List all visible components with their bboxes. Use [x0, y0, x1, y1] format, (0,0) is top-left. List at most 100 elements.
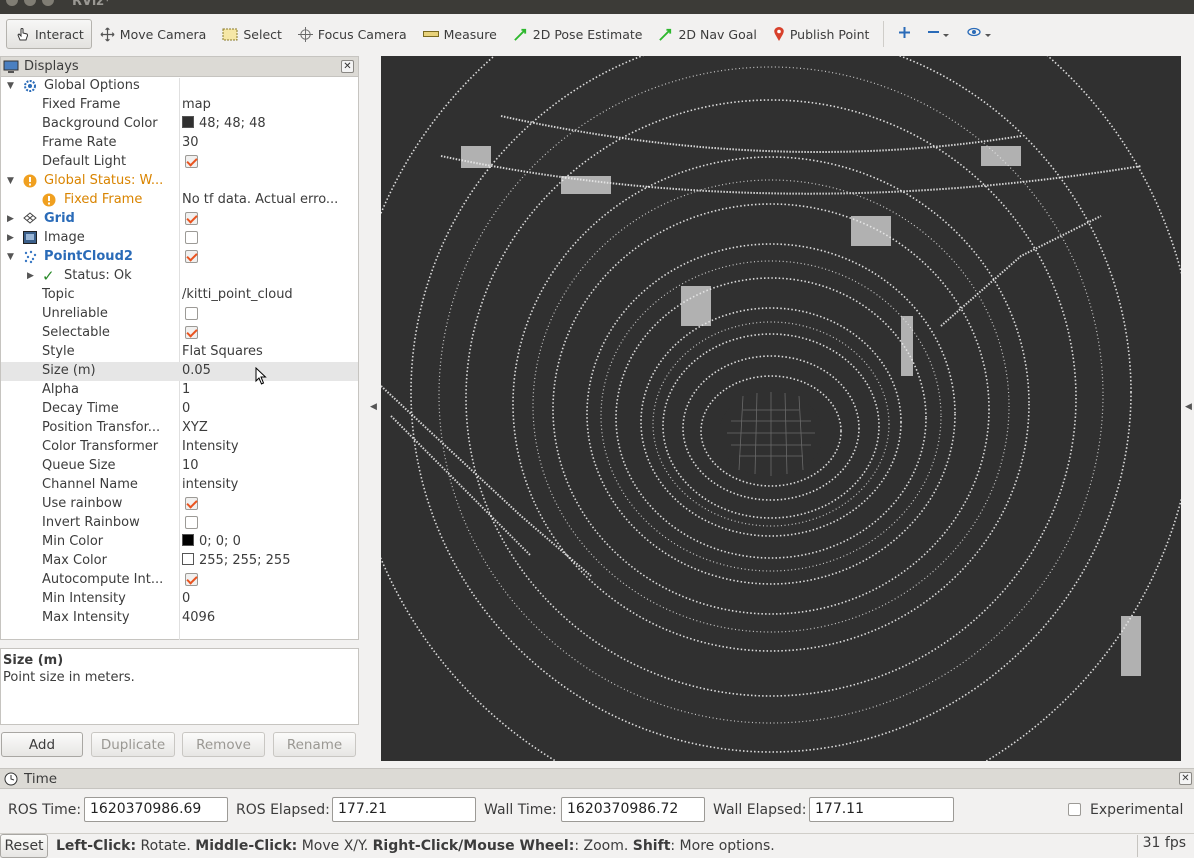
prop-style[interactable]: Style Flat Squares: [1, 343, 358, 362]
view-options-dropdown[interactable]: [959, 19, 1001, 49]
displays-tree: ▼ Global Options Fixed Frame map Backgro…: [1, 77, 358, 628]
prop-max-color[interactable]: Max Color 255; 255; 255: [1, 552, 358, 571]
prop-background-color[interactable]: Background Color 48; 48; 48: [1, 115, 358, 134]
prop-unreliable[interactable]: Unreliable: [1, 305, 358, 324]
interact-tool-button[interactable]: Interact: [6, 19, 92, 49]
invert-rainbow-checkbox[interactable]: [185, 516, 198, 529]
expand-arrow-icon[interactable]: ▼: [7, 81, 14, 91]
remove-tool-dropdown[interactable]: [919, 19, 959, 49]
color-swatch: [182, 553, 194, 565]
prop-max-intensity[interactable]: Max Intensity 4096: [1, 609, 358, 628]
prop-frame-rate[interactable]: Frame Rate 30: [1, 134, 358, 153]
wall-elapsed-field[interactable]: 177.11: [809, 797, 954, 822]
ros-elapsed-field[interactable]: 177.21: [332, 797, 476, 822]
grid-enable-checkbox[interactable]: [185, 212, 198, 225]
default-light-checkbox[interactable]: [185, 155, 198, 168]
prop-selectable[interactable]: Selectable: [1, 324, 358, 343]
gear-icon: [23, 79, 37, 97]
collapse-arrow-icon[interactable]: ▶: [7, 214, 14, 224]
expand-arrow-icon[interactable]: ▼: [7, 252, 14, 262]
move-camera-tool-button[interactable]: Move Camera: [92, 19, 215, 49]
mouse-help-text: Left-Click: Rotate. Middle-Click: Move X…: [56, 838, 775, 854]
pose-estimate-tool-button[interactable]: 2D Pose Estimate: [505, 19, 651, 49]
prop-autocompute-intensity[interactable]: Autocompute Int...: [1, 571, 358, 590]
tree-item-status-ok[interactable]: ▶ ✓ Status: Ok: [1, 267, 358, 286]
tree-item-pointcloud2[interactable]: ▼ PointCloud2: [1, 248, 358, 267]
use-rainbow-checkbox[interactable]: [185, 497, 198, 510]
prop-channel-name[interactable]: Channel Name intensity: [1, 476, 358, 495]
minimize-window-icon[interactable]: [24, 0, 36, 6]
ros-time-field[interactable]: 1620370986.69: [84, 797, 228, 822]
reset-button[interactable]: Reset: [0, 834, 48, 858]
collapse-left-icon[interactable]: ◀: [370, 402, 377, 412]
nav-goal-tool-button[interactable]: 2D Nav Goal: [650, 19, 764, 49]
collapse-arrow-icon[interactable]: ▶: [7, 233, 14, 243]
autocompute-checkbox[interactable]: [185, 573, 198, 586]
point-cloud-render: [381, 56, 1181, 761]
min-color-value[interactable]: 0; 0; 0: [182, 534, 241, 549]
crosshair-icon: [297, 26, 313, 42]
close-window-icon[interactable]: [6, 0, 18, 6]
prop-invert-rainbow[interactable]: Invert Rainbow: [1, 514, 358, 533]
prop-default-light[interactable]: Default Light: [1, 153, 358, 172]
wall-time-label: Wall Time:: [484, 802, 557, 818]
tree-item-grid[interactable]: ▶ Grid: [1, 210, 358, 229]
unreliable-checkbox[interactable]: [185, 307, 198, 320]
prop-alpha[interactable]: Alpha 1: [1, 381, 358, 400]
clock-icon: [4, 772, 18, 786]
displays-panel-header: Displays ✕: [1, 57, 358, 77]
add-display-button[interactable]: Add: [1, 732, 83, 757]
rename-display-button[interactable]: Rename: [273, 732, 356, 757]
prop-decay-time[interactable]: Decay Time 0: [1, 400, 358, 419]
tree-item-global-options[interactable]: ▼ Global Options: [1, 77, 358, 96]
prop-use-rainbow[interactable]: Use rainbow: [1, 495, 358, 514]
status-fixed-frame[interactable]: Fixed Frame No tf data. Actual erro...: [1, 191, 358, 210]
prop-fixed-frame[interactable]: Fixed Frame map: [1, 96, 358, 115]
pointcloud2-enable-checkbox[interactable]: [185, 250, 198, 263]
right-dock-splitter[interactable]: ◀: [1181, 56, 1194, 761]
prop-size[interactable]: Size (m) 0.05: [1, 362, 358, 385]
max-color-value[interactable]: 255; 255; 255: [182, 553, 290, 568]
publish-point-tool-button[interactable]: Publish Point: [765, 19, 878, 49]
image-icon: [23, 231, 37, 248]
expand-right-icon[interactable]: ◀: [1185, 402, 1192, 412]
selectable-checkbox[interactable]: [185, 326, 198, 339]
remove-display-button[interactable]: Remove: [182, 732, 265, 757]
image-enable-checkbox[interactable]: [185, 231, 198, 244]
wall-time-field[interactable]: 1620370986.72: [561, 797, 705, 822]
background-color-value[interactable]: 48; 48; 48: [182, 116, 266, 131]
experimental-checkbox[interactable]: [1068, 803, 1081, 816]
maximize-window-icon[interactable]: [42, 0, 54, 6]
tree-item-global-status[interactable]: ▼ Global Status: W...: [1, 172, 358, 191]
focus-camera-tool-button[interactable]: Focus Camera: [290, 19, 415, 49]
prop-min-color[interactable]: Min Color 0; 0; 0: [1, 533, 358, 552]
close-panel-icon[interactable]: ✕: [1179, 772, 1192, 785]
add-tool-button[interactable]: [890, 19, 919, 49]
displays-panel-title: Displays: [24, 59, 79, 74]
prop-color-transformer[interactable]: Color Transformer Intensity: [1, 438, 358, 457]
toolbar-separator: [883, 21, 885, 47]
prop-topic[interactable]: Topic /kitti_point_cloud: [1, 286, 358, 305]
tree-item-image[interactable]: ▶ Image: [1, 229, 358, 248]
warning-icon: [42, 193, 56, 211]
color-swatch: [182, 116, 194, 128]
prop-position-transformer[interactable]: Position Transfor... XYZ: [1, 419, 358, 438]
displays-panel: Displays ✕ ▼ Global Options Fixed Frame …: [0, 56, 359, 640]
ruler-icon: [422, 30, 439, 38]
prop-min-intensity[interactable]: Min Intensity 0: [1, 590, 358, 609]
ros-elapsed-label: ROS Elapsed:: [236, 802, 330, 818]
collapse-arrow-icon[interactable]: ▶: [27, 271, 34, 281]
expand-arrow-icon[interactable]: ▼: [7, 176, 14, 186]
select-tool-button[interactable]: Select: [214, 19, 290, 49]
close-panel-icon[interactable]: ✕: [341, 60, 354, 73]
color-swatch: [182, 534, 194, 546]
measure-tool-button[interactable]: Measure: [415, 19, 505, 49]
property-description-panel: Size (m) Point size in meters.: [0, 648, 359, 725]
left-dock-splitter[interactable]: ◀: [366, 56, 380, 761]
prop-queue-size[interactable]: Queue Size 10: [1, 457, 358, 476]
time-panel-header: Time ✕: [0, 768, 1194, 789]
grid-icon: [23, 212, 37, 228]
window-titlebar: RViz*: [0, 0, 1194, 14]
duplicate-display-button[interactable]: Duplicate: [91, 732, 175, 757]
render-3d-viewport[interactable]: [381, 56, 1181, 761]
